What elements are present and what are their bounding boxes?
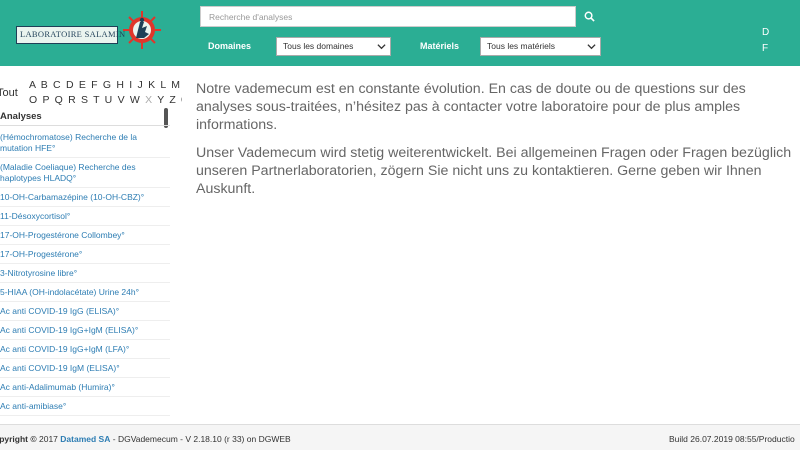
analysis-list-item[interactable]: 17-OH-Progestérone° xyxy=(0,245,170,264)
search-icon xyxy=(584,11,595,22)
alphabet-filter-row-2[interactable]: O P Q R S T U V W X Y Z 0 # xyxy=(29,94,182,106)
intro-paragraph-de: Unser Vademecum wird stetig weiterentwic… xyxy=(196,145,792,197)
analysis-list-item[interactable]: Ac anti COVID-19 IgM (ELISA)° xyxy=(0,359,170,378)
filter-all-link[interactable]: Tout xyxy=(0,87,18,99)
language-link-fr[interactable]: F xyxy=(762,43,768,54)
language-link-de[interactable]: D xyxy=(762,27,769,38)
laboratory-logo[interactable]: LABORATOIRE SALAMIN xyxy=(14,8,161,49)
analysis-list-item[interactable]: (Maladie Coeliaque) Recherche des haplot… xyxy=(0,158,170,188)
analysis-list-item[interactable]: 5-HIAA (OH-indolacétate) Urine 24h° xyxy=(0,283,170,302)
materials-select[interactable]: Tous les matériels xyxy=(480,37,601,56)
alphabet-filter-row-1[interactable]: A B C D E F G H I J K L M N xyxy=(29,79,182,91)
main-content: Notre vademecum est en constante évoluti… xyxy=(196,80,796,198)
alphabet-letters-o-w[interactable]: O P Q R S T U V W xyxy=(29,94,141,106)
chevron-down-icon xyxy=(587,44,596,50)
analysis-list-item[interactable]: 3-Nitrotyrosine libre° xyxy=(0,264,170,283)
page-footer: opyright © 2017 Datamed SA - DGVademecum… xyxy=(0,424,800,450)
analysis-search-input[interactable] xyxy=(200,6,576,27)
alphabet-letters-y-hash[interactable]: Y Z 0 # xyxy=(157,94,182,106)
domains-selected-value: Tous les domaines xyxy=(283,41,354,51)
materials-selected-value: Tous les matériels xyxy=(487,41,556,51)
alphabet-letter-x-disabled: X xyxy=(145,94,154,106)
analyses-section-title: Analyses xyxy=(0,111,42,122)
build-info: Build 26.07.2019 08:55/Productio xyxy=(669,434,795,444)
company-link[interactable]: Datamed SA xyxy=(60,434,110,444)
analysis-list-item[interactable]: Ac anti COVID-19 IgG+IgM (LFA)° xyxy=(0,340,170,359)
search-button[interactable] xyxy=(576,6,602,27)
top-header: LABORATOIRE SALAMIN Domaines Tous les do… xyxy=(0,0,800,66)
analysis-list-item[interactable]: Ac anti-Adalimumab (Humira)° xyxy=(0,378,170,397)
copyright-year: 2017 xyxy=(39,434,58,444)
footer-copyright: opyright © 2017 Datamed SA - DGVademecum… xyxy=(0,434,291,444)
analysis-list-item[interactable]: Ac anti-amibiase° xyxy=(0,397,170,416)
domains-label: Domaines xyxy=(208,41,252,51)
domains-select[interactable]: Tous les domaines xyxy=(276,37,391,56)
version-text: - DGVademecum - V 2.18.10 (r 33) on DGWE… xyxy=(112,434,291,444)
analysis-list-item[interactable]: 10-OH-Carbamazépine (10-OH-CBZ)° xyxy=(0,188,170,207)
analysis-list-item[interactable]: Ac anti COVID-19 IgG (ELISA)° xyxy=(0,302,170,321)
caduceus-emblem-icon xyxy=(123,11,161,49)
intro-paragraph-fr: Notre vademecum est en constante évoluti… xyxy=(196,81,746,133)
analysis-list-item[interactable]: 11-Désoxycortisol° xyxy=(0,207,170,226)
analysis-sidebar: Tout A B C D E F G H I J K L M N O P Q R… xyxy=(0,66,182,424)
divider xyxy=(0,125,170,126)
copyright-label: opyright © xyxy=(0,434,37,444)
analysis-list-item[interactable]: (Hémochromatose) Recherche de la mutatio… xyxy=(0,128,170,158)
analysis-list-item[interactable]: Ac anti COVID-19 IgG+IgM (ELISA)° xyxy=(0,321,170,340)
chevron-down-icon xyxy=(377,44,386,50)
materials-label: Matériels xyxy=(420,41,460,51)
analysis-list-item[interactable]: 17-OH-Progestérone Collombey° xyxy=(0,226,170,245)
analysis-list: (Hémochromatose) Recherche de la mutatio… xyxy=(0,128,170,416)
logo-text: LABORATOIRE SALAMIN xyxy=(20,29,126,39)
